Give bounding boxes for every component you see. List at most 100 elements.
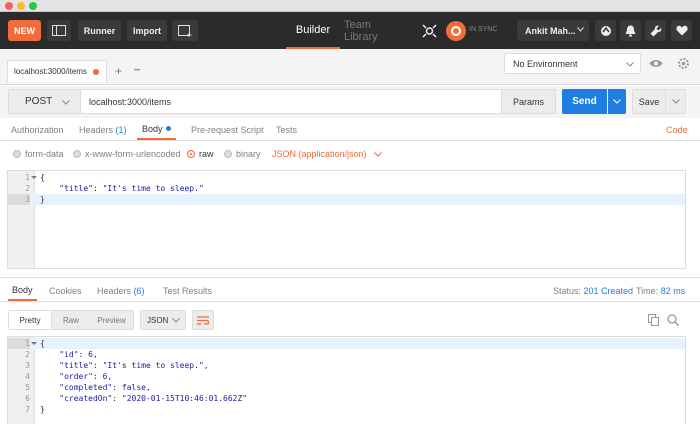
zoom-window-button[interactable] (29, 2, 37, 10)
save-button[interactable]: Save (632, 89, 666, 114)
view-pretty-button[interactable]: Pretty (9, 311, 52, 329)
code-line: 3 "title": "It's time to sleep.", (8, 360, 685, 371)
code-line: 7} (8, 404, 685, 415)
favorites-button[interactable] (671, 20, 692, 41)
copy-response-button[interactable] (646, 312, 660, 328)
chevron-down-icon (172, 318, 180, 323)
new-window-icon (178, 24, 192, 37)
code-line: 4 "order": 6, (8, 371, 685, 382)
chevron-down-icon (373, 151, 382, 157)
send-button[interactable]: Send (562, 89, 607, 114)
response-tabs: Body Cookies Headers (6) Test Results St… (0, 280, 700, 302)
wrap-lines-button[interactable] (192, 310, 214, 330)
minimize-window-button[interactable] (17, 2, 25, 10)
tab-builder[interactable]: Builder (286, 12, 340, 49)
response-tab-cookies[interactable]: Cookies (49, 280, 82, 301)
radio-binary[interactable]: binary (224, 142, 261, 166)
code-text: { (40, 173, 45, 182)
content-type-select[interactable]: JSON (application/json) (272, 142, 382, 166)
tab-authorization[interactable]: Authorization (11, 119, 64, 140)
response-tab-headers[interactable]: Headers (6) (97, 280, 145, 301)
bell-icon (625, 25, 636, 37)
params-button[interactable]: Params (502, 89, 556, 114)
status-label: Status: (553, 285, 582, 296)
tab-team-library[interactable]: Team Library (344, 12, 406, 49)
new-button[interactable]: NEW (8, 20, 41, 41)
generate-code-link[interactable]: Code (666, 119, 688, 140)
url-input[interactable]: localhost:3000/items (81, 89, 502, 114)
response-time: Time: 82 ms (636, 280, 685, 301)
window-titlebar (0, 0, 700, 12)
divider (0, 277, 700, 278)
runner-button[interactable]: Runner (78, 20, 121, 41)
request-body-editor[interactable]: 1{ 2 "title": "It's time to sleep." 3} (7, 170, 686, 269)
radio-icon (13, 150, 21, 158)
manage-environments-button[interactable] (672, 53, 694, 74)
code-line: 1{ (8, 172, 685, 183)
url-value: localhost:3000/items (89, 96, 172, 107)
request-tab[interactable]: localhost:3000/items (7, 60, 107, 82)
radio-raw-label: raw (199, 149, 214, 159)
response-view-switcher: Pretty Raw Preview (8, 310, 134, 330)
radio-urlencoded[interactable]: x-www-form-urlencoded (73, 142, 181, 166)
new-window-button[interactable] (172, 20, 198, 41)
tab-headers[interactable]: Headers (1) (79, 119, 127, 140)
add-tab-button[interactable]: + (110, 60, 127, 82)
response-tab-body[interactable]: Body (8, 280, 37, 301)
line-number: 1 (25, 173, 30, 182)
tab-options-button[interactable]: ••• (128, 60, 146, 82)
close-window-button[interactable] (5, 2, 13, 10)
chevron-down-icon (626, 62, 634, 67)
wrench-icon (650, 25, 661, 36)
fold-icon[interactable] (31, 176, 37, 179)
response-format-select[interactable]: JSON (140, 310, 186, 330)
chevron-down-icon (671, 99, 680, 104)
response-body-viewer[interactable]: 1{ 2 "id": 6, 3 "title": "It's time to s… (7, 336, 686, 424)
request-tab-bar: localhost:3000/items + ••• No Environmen… (0, 49, 700, 85)
search-response-button[interactable] (666, 312, 680, 328)
radio-form-data[interactable]: form-data (13, 142, 64, 166)
code-text: "title": "It's time to sleep.", (40, 361, 209, 370)
response-status: Status: 201 Created (553, 280, 633, 301)
tab-pre-request-script[interactable]: Pre-request Script (191, 119, 264, 140)
code-text: "title": "It's time to sleep." (40, 184, 204, 193)
radio-raw[interactable]: raw (187, 142, 214, 166)
unsaved-dot-icon (93, 69, 99, 75)
settings-button[interactable] (645, 20, 666, 41)
response-format-value: JSON (147, 315, 169, 325)
code-line: 2 "id": 6, (8, 349, 685, 360)
import-button[interactable]: Import (127, 20, 167, 41)
tab-body[interactable]: Body (137, 119, 176, 140)
code-text: "completed": false, (40, 383, 151, 392)
radio-form-data-label: form-data (25, 149, 64, 159)
line-number: 3 (25, 361, 30, 370)
chevron-down-icon (577, 27, 584, 32)
radio-urlencoded-label: x-www-form-urlencoded (85, 149, 181, 159)
body-type-row: form-data x-www-form-urlencoded raw bina… (0, 142, 700, 166)
interceptor-button[interactable] (420, 23, 438, 39)
response-tab-headers-label: Headers (97, 285, 132, 296)
user-menu-button[interactable]: Ankit Mah... (517, 20, 589, 41)
response-tab-test-results[interactable]: Test Results (163, 280, 212, 301)
radio-binary-label: binary (236, 149, 261, 159)
view-preview-button[interactable]: Preview (89, 311, 134, 329)
tab-tests[interactable]: Tests (276, 119, 297, 140)
notifications-button[interactable] (620, 20, 641, 41)
save-options-button[interactable] (666, 89, 686, 114)
capture-button[interactable] (595, 20, 616, 41)
code-line: 2 "title": "It's time to sleep." (8, 183, 685, 194)
environment-select[interactable]: No Environment (504, 53, 641, 74)
sidebar-toggle-button[interactable] (47, 20, 71, 41)
code-text: } (40, 405, 45, 414)
sync-status-label: IN SYNC (469, 26, 498, 33)
line-number: 5 (25, 383, 30, 392)
chevron-down-icon (62, 100, 70, 105)
send-options-button[interactable] (608, 89, 626, 114)
view-raw-button[interactable]: Raw (53, 311, 89, 329)
fold-icon[interactable] (31, 342, 37, 345)
sync-status-icon[interactable] (446, 21, 466, 41)
method-select[interactable]: POST (8, 89, 81, 114)
environment-quick-look-button[interactable] (645, 53, 667, 74)
code-text: "createdOn": "2020-01-15T10:46:01.662Z" (40, 394, 248, 403)
code-line-active: 1{ (8, 338, 685, 349)
